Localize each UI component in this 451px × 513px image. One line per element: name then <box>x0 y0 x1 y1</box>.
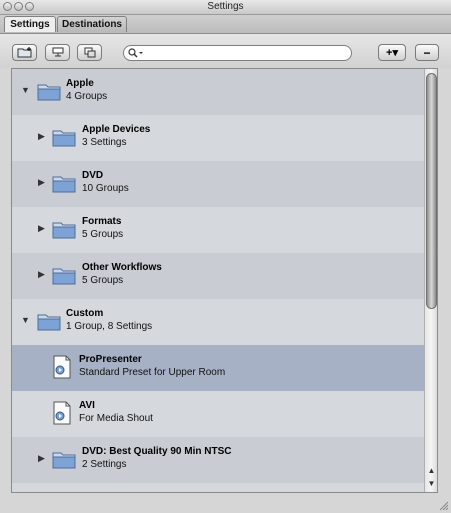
search-icon <box>128 48 143 58</box>
list-item[interactable]: ▼ Custom 1 Group, 8 Settings <box>12 299 424 345</box>
disclosure-triangle-collapsed-icon[interactable]: ▶ <box>38 177 48 187</box>
list-item-selected[interactable]: ProPresenter Standard Preset for Upper R… <box>12 345 424 391</box>
list-item[interactable]: ▶ DVD: Best Quality 90 Min NTSC 2 Settin… <box>12 437 424 483</box>
item-name: ProPresenter <box>79 354 142 365</box>
search-input[interactable] <box>144 47 344 59</box>
tab-bar: Settings Destinations <box>0 15 451 34</box>
disclosure-triangle-collapsed-icon[interactable]: ▶ <box>38 131 48 141</box>
scroll-up-arrow-icon[interactable]: ▲ <box>425 464 437 477</box>
scrollbar-thumb[interactable] <box>426 73 437 309</box>
list-item <box>12 483 424 492</box>
list-item[interactable]: AVI For Media Shout <box>12 391 424 437</box>
setting-document-icon <box>53 355 71 379</box>
duplicate-button[interactable] <box>77 44 102 61</box>
folder-icon <box>37 84 61 101</box>
item-name: Apple Devices <box>82 124 151 135</box>
item-name: Formats <box>82 216 122 227</box>
item-subtitle: 3 Settings <box>82 137 127 148</box>
disclosure-triangle-collapsed-icon[interactable]: ▶ <box>38 453 48 463</box>
item-subtitle: For Media Shout <box>79 413 153 424</box>
list-item[interactable]: ▼ Apple 4 Groups <box>12 69 424 115</box>
add-button[interactable]: +▾ <box>378 44 406 61</box>
vertical-scrollbar[interactable]: ▲ ▼ <box>424 69 437 492</box>
setting-document-icon <box>53 401 71 425</box>
disclosure-triangle-expanded-icon[interactable]: ▼ <box>21 85 31 95</box>
folder-icon <box>52 268 76 285</box>
folder-icon <box>52 130 76 147</box>
scroll-down-arrow-icon[interactable]: ▼ <box>425 477 437 490</box>
disclosure-triangle-expanded-icon[interactable]: ▼ <box>21 315 31 325</box>
resize-grip-icon[interactable] <box>439 501 449 511</box>
search-field[interactable] <box>123 45 352 61</box>
item-subtitle: 1 Group, 8 Settings <box>66 321 153 332</box>
disclosure-triangle-collapsed-icon[interactable]: ▶ <box>38 223 48 233</box>
tab-destinations[interactable]: Destinations <box>57 16 127 32</box>
disclosure-triangle-collapsed-icon[interactable]: ▶ <box>38 269 48 279</box>
remove-button[interactable]: − <box>415 44 439 61</box>
folder-icon <box>37 314 61 331</box>
item-name: Other Workflows <box>82 262 162 273</box>
folder-icon <box>52 176 76 193</box>
duplicate-icon <box>84 47 95 58</box>
list-item[interactable]: ▶ DVD 10 Groups <box>12 161 424 207</box>
new-group-button[interactable] <box>45 44 70 61</box>
title-bar: Settings <box>0 0 451 15</box>
item-name: AVI <box>79 400 95 411</box>
item-subtitle: 10 Groups <box>82 183 129 194</box>
item-subtitle: 5 Groups <box>82 275 124 286</box>
item-name: DVD <box>82 170 104 181</box>
folder-icon <box>52 222 76 239</box>
tab-settings[interactable]: Settings <box>4 16 56 32</box>
item-subtitle: 5 Groups <box>82 229 124 240</box>
item-subtitle: 4 Groups <box>66 91 108 102</box>
group-icon <box>52 47 63 57</box>
window-title: Settings <box>207 1 244 12</box>
list-item[interactable]: ▶ Apple Devices 3 Settings <box>12 115 424 161</box>
settings-list[interactable]: ▼ Apple 4 Groups ▶ Apple Devices 3 Setti… <box>11 68 438 493</box>
list-item[interactable]: ▶ Formats 5 Groups <box>12 207 424 253</box>
item-name: DVD: Best Quality 90 Min NTSC <box>82 446 232 457</box>
folder-icon <box>52 452 76 469</box>
toolbar: +▾ − <box>0 34 451 68</box>
new-folder-button[interactable] <box>12 44 37 61</box>
new-folder-icon <box>17 47 31 58</box>
list-item[interactable]: ▶ Other Workflows 5 Groups <box>12 253 424 299</box>
item-subtitle: Standard Preset for Upper Room <box>79 367 226 378</box>
item-name: Custom <box>66 308 104 319</box>
item-name: Apple <box>66 78 94 89</box>
item-subtitle: 2 Settings <box>82 459 127 470</box>
